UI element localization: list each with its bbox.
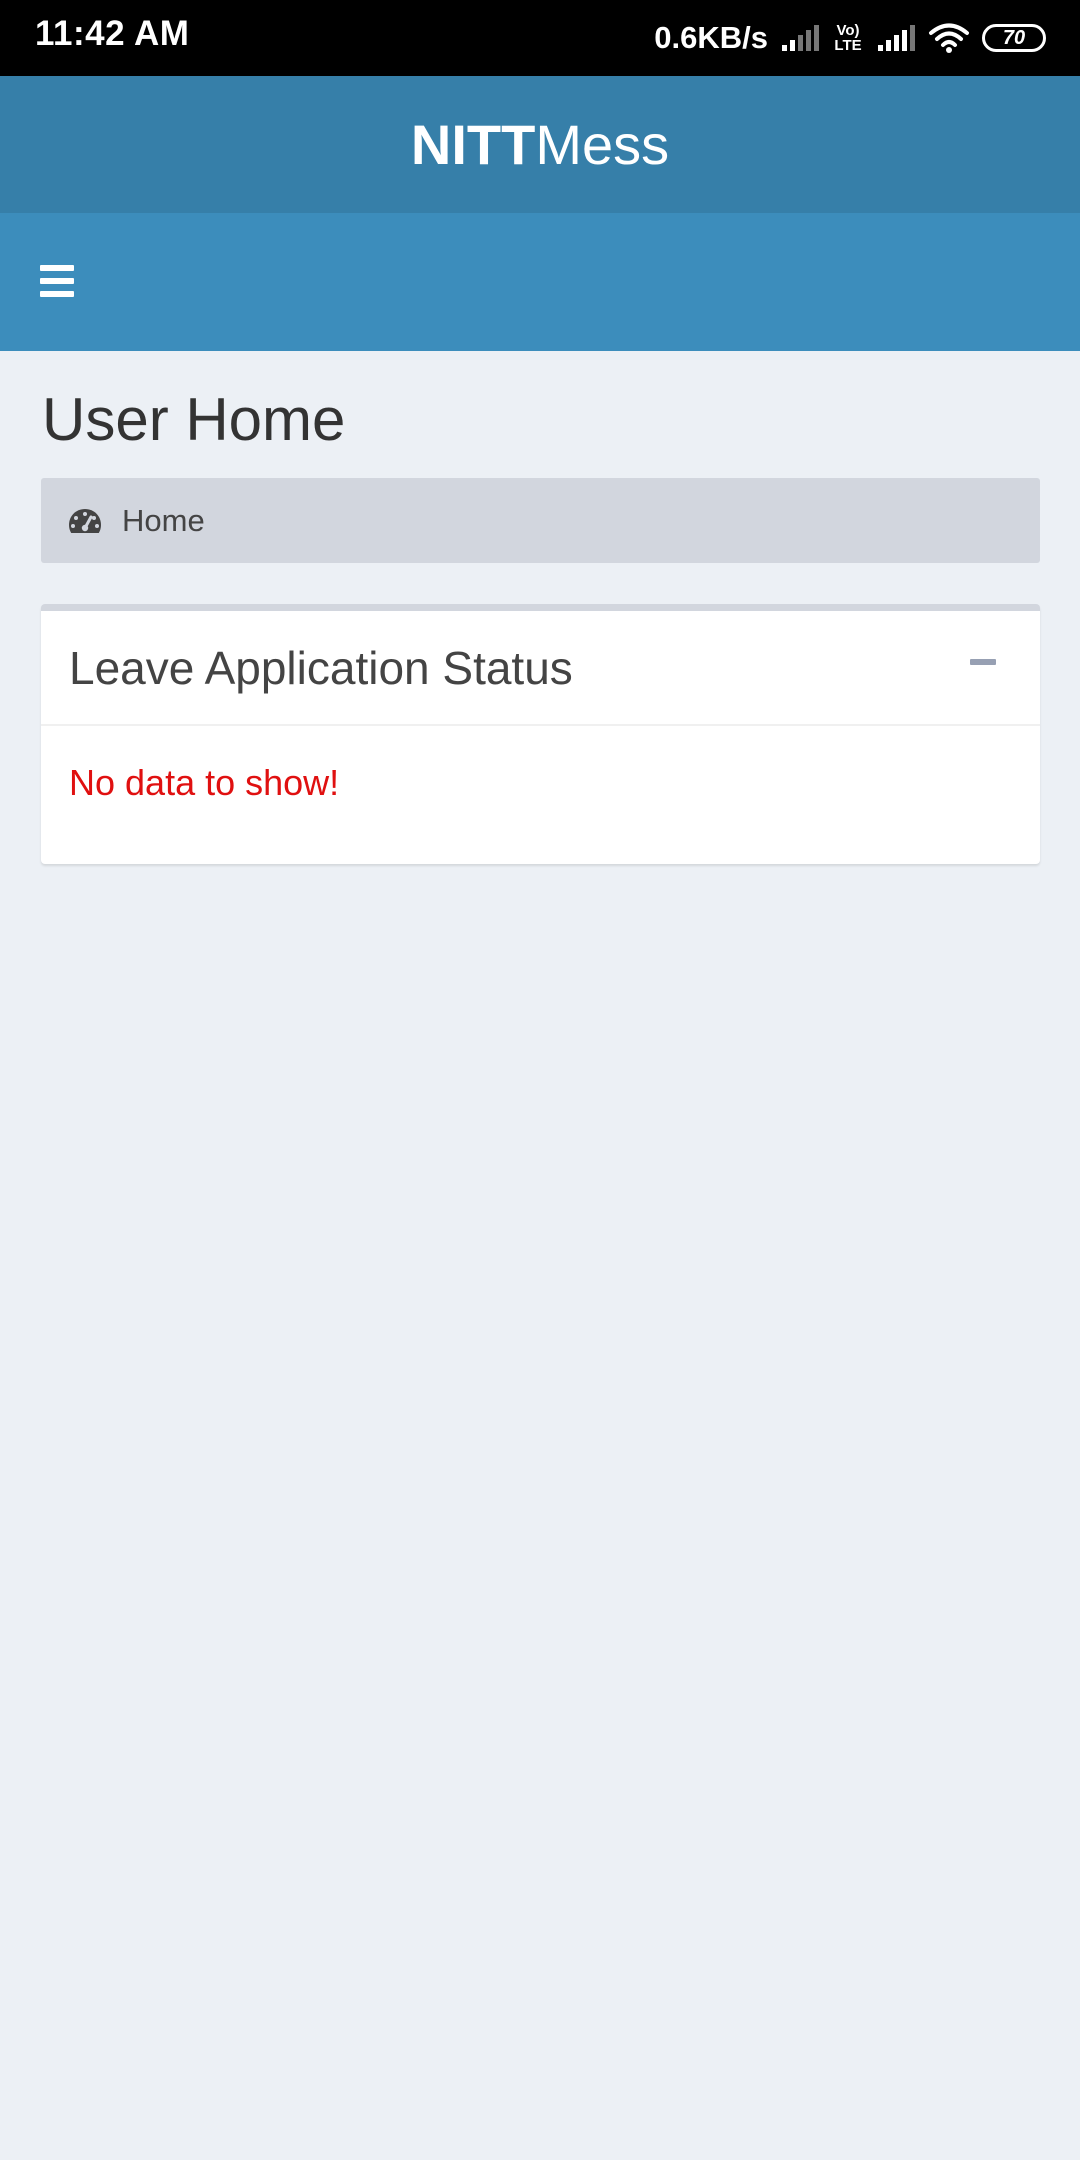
brand-logo-light[interactable]: Mess <box>535 112 669 177</box>
box-title: Leave Application Status <box>69 641 573 694</box>
status-indicators: 0.6KB/s Vo) LTE 70 <box>654 14 1046 62</box>
battery-icon: 70 <box>982 24 1046 52</box>
hamburger-line-icon <box>40 278 74 284</box>
menu-toggle-button[interactable] <box>40 265 74 297</box>
wifi-icon <box>929 23 969 53</box>
hamburger-line-icon <box>40 291 74 297</box>
empty-state-message: No data to show! <box>69 762 340 803</box>
box-header: Leave Application Status <box>41 611 1040 726</box>
brand-logo-bold[interactable]: NITT <box>411 112 535 177</box>
status-bar: 11:42 AM 0.6KB/s Vo) LTE 70 <box>0 0 1080 76</box>
signal-icon <box>878 25 915 51</box>
page-title: User Home <box>42 386 346 453</box>
battery-level: 70 <box>1002 26 1026 49</box>
volte-top-label: Vo) <box>836 22 860 39</box>
volte-indicator: Vo) LTE <box>832 23 864 53</box>
app-header: NITT Mess <box>0 76 1080 213</box>
collapse-minus-icon[interactable] <box>970 659 996 665</box>
dashboard-icon <box>69 508 101 533</box>
hamburger-line-icon <box>40 265 74 271</box>
leave-status-box: Leave Application Status No data to show… <box>41 604 1040 864</box>
network-speed: 0.6KB/s <box>654 20 768 55</box>
navbar <box>0 213 1080 351</box>
breadcrumb-home-link[interactable]: Home <box>122 503 205 539</box>
volte-bottom-label: LTE <box>834 37 862 54</box>
box-body: No data to show! <box>41 726 1040 804</box>
status-time: 11:42 AM <box>35 14 190 53</box>
breadcrumb: Home <box>41 478 1040 563</box>
signal-weak-icon <box>782 25 819 51</box>
